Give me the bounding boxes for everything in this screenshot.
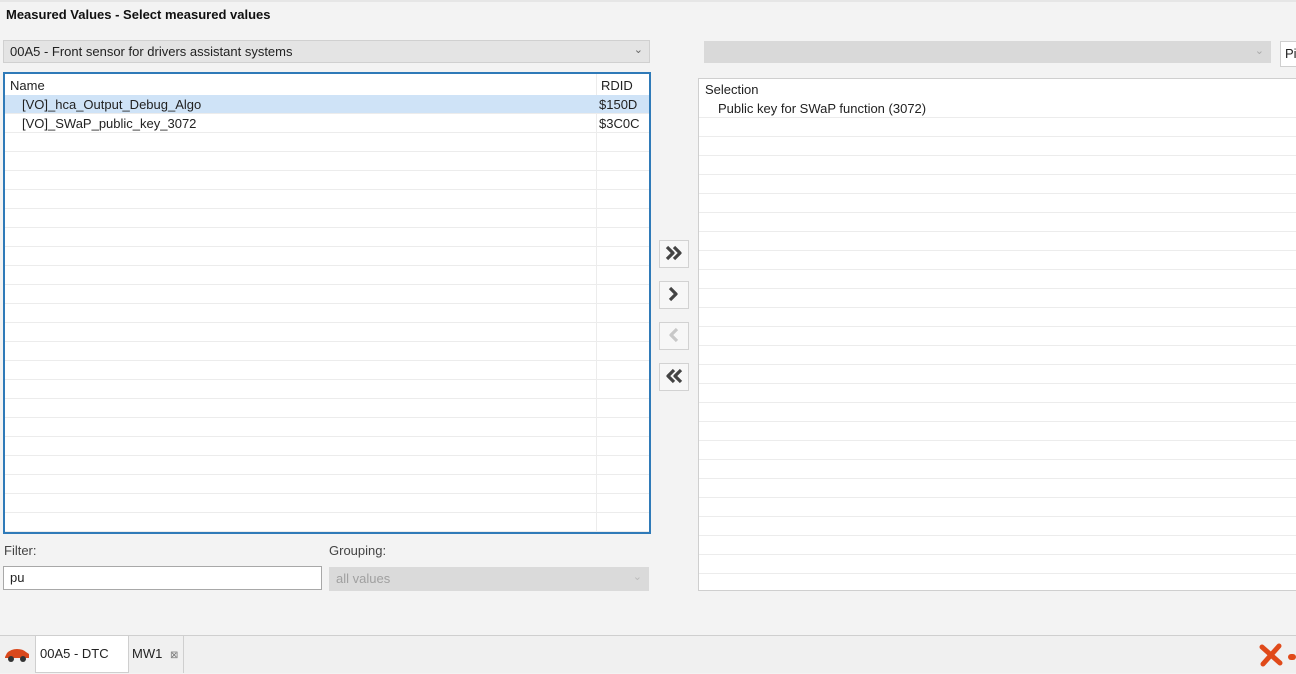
close-tab-icon[interactable]: ⊠ bbox=[170, 650, 178, 661]
empty-row bbox=[699, 308, 1296, 327]
taskbar: 00A5 - DTC MW1 ⊠ bbox=[0, 635, 1296, 673]
list-item[interactable]: Public key for SWaP function (3072) bbox=[699, 99, 1296, 118]
control-unit-select-value: 00A5 - Front sensor for drivers assistan… bbox=[10, 44, 293, 59]
empty-row bbox=[5, 228, 649, 247]
empty-row bbox=[699, 422, 1296, 441]
chevron-left-icon bbox=[664, 325, 684, 348]
column-header-name: Name bbox=[10, 78, 45, 93]
selection-header: Selection bbox=[699, 80, 1296, 99]
row-name: [VO]_hca_Output_Debug_Algo bbox=[22, 97, 202, 112]
empty-row bbox=[699, 289, 1296, 308]
grouping-label: Grouping: bbox=[329, 543, 387, 558]
chevron-down-icon: ⌄ bbox=[1254, 45, 1264, 57]
empty-row bbox=[5, 342, 649, 361]
right-side-button-label: Pi bbox=[1285, 46, 1296, 61]
empty-row bbox=[699, 384, 1296, 403]
empty-row bbox=[5, 513, 649, 532]
available-values-list[interactable]: Name RDID [VO]_hca_Output_Debug_Algo $150… bbox=[3, 72, 651, 534]
empty-row bbox=[5, 266, 649, 285]
empty-row bbox=[699, 118, 1296, 137]
double-chevron-right-button[interactable] bbox=[659, 240, 689, 268]
right-select[interactable]: ⌄ bbox=[704, 41, 1271, 63]
empty-row bbox=[5, 361, 649, 380]
window-title: Measured Values - Select measured values bbox=[6, 7, 271, 22]
car-icon[interactable] bbox=[3, 644, 31, 664]
chevron-down-icon: ⌄ bbox=[632, 571, 642, 583]
double-chevron-left-icon bbox=[664, 366, 684, 389]
empty-row bbox=[699, 403, 1296, 422]
empty-row bbox=[5, 437, 649, 456]
filter-label: Filter: bbox=[4, 543, 37, 558]
list-header: Name RDID bbox=[5, 76, 649, 95]
empty-row bbox=[699, 156, 1296, 175]
empty-row bbox=[5, 380, 649, 399]
chevron-down-icon: ⌄ bbox=[633, 44, 643, 56]
empty-row bbox=[699, 270, 1296, 289]
right-side-button[interactable]: Pi bbox=[1280, 41, 1296, 67]
tab-mw1[interactable]: MW1 ⊠ bbox=[130, 636, 184, 673]
control-unit-select[interactable]: 00A5 - Front sensor for drivers assistan… bbox=[3, 40, 650, 63]
empty-row bbox=[5, 190, 649, 209]
empty-row bbox=[699, 574, 1296, 590]
empty-row bbox=[699, 536, 1296, 555]
empty-row bbox=[5, 133, 649, 152]
empty-row bbox=[699, 213, 1296, 232]
filter-input[interactable]: pu bbox=[3, 566, 322, 590]
empty-row bbox=[699, 441, 1296, 460]
grouping-select[interactable]: all values ⌄ bbox=[329, 567, 649, 591]
empty-row bbox=[699, 555, 1296, 574]
empty-row bbox=[699, 346, 1296, 365]
empty-row bbox=[5, 475, 649, 494]
empty-row bbox=[5, 171, 649, 190]
table-row[interactable]: [VO]_hca_Output_Debug_Algo $150D bbox=[5, 95, 649, 114]
top-divider bbox=[0, 0, 1296, 2]
selection-header-label: Selection bbox=[705, 82, 759, 97]
empty-row bbox=[5, 285, 649, 304]
empty-row bbox=[699, 517, 1296, 536]
empty-row bbox=[5, 152, 649, 171]
empty-row bbox=[699, 194, 1296, 213]
table-row[interactable]: [VO]_SWaP_public_key_3072 $3C0C bbox=[5, 114, 649, 133]
empty-row bbox=[699, 232, 1296, 251]
empty-row bbox=[5, 399, 649, 418]
selection-list[interactable]: Selection Public key for SWaP function (… bbox=[698, 78, 1296, 591]
empty-row bbox=[5, 209, 649, 228]
empty-row bbox=[699, 175, 1296, 194]
empty-row bbox=[5, 494, 649, 513]
chevron-right-icon bbox=[664, 284, 684, 307]
filter-input-value: pu bbox=[10, 570, 25, 585]
grouping-select-value: all values bbox=[336, 571, 391, 586]
empty-row bbox=[699, 479, 1296, 498]
empty-row bbox=[5, 456, 649, 475]
tab-dtc[interactable]: 00A5 - DTC bbox=[35, 636, 129, 673]
close-icon[interactable] bbox=[1258, 642, 1284, 668]
row-rdid: $3C0C bbox=[599, 116, 640, 131]
tab-dtc-label: 00A5 - DTC bbox=[40, 646, 109, 661]
empty-row bbox=[699, 327, 1296, 346]
empty-row bbox=[5, 323, 649, 342]
empty-row bbox=[5, 418, 649, 437]
row-name: [VO]_SWaP_public_key_3072 bbox=[22, 116, 197, 131]
list-item-label: Public key for SWaP function (3072) bbox=[718, 101, 927, 116]
empty-row bbox=[5, 304, 649, 323]
empty-row bbox=[699, 251, 1296, 270]
chevron-left-button[interactable] bbox=[659, 322, 689, 350]
car-edge-icon[interactable] bbox=[1288, 650, 1296, 660]
empty-row bbox=[699, 460, 1296, 479]
empty-row bbox=[699, 137, 1296, 156]
double-chevron-left-button[interactable] bbox=[659, 363, 689, 391]
chevron-right-button[interactable] bbox=[659, 281, 689, 309]
empty-row bbox=[699, 365, 1296, 384]
empty-row bbox=[5, 247, 649, 266]
empty-row bbox=[699, 498, 1296, 517]
double-chevron-right-icon bbox=[664, 243, 684, 266]
tab-mw1-label: MW1 bbox=[132, 646, 163, 661]
column-header-rdid: RDID bbox=[601, 78, 633, 93]
row-rdid: $150D bbox=[599, 97, 638, 112]
